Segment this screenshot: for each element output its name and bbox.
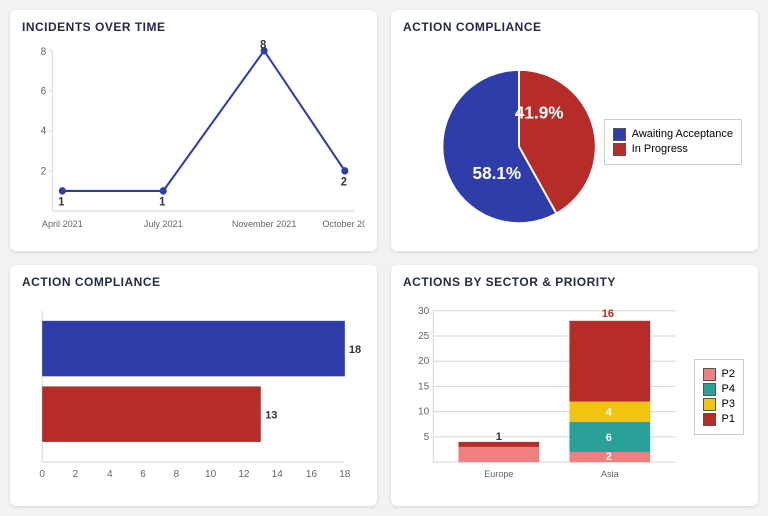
swatch-icon [703, 368, 716, 381]
svg-text:25: 25 [418, 331, 430, 342]
svg-text:2: 2 [73, 469, 79, 480]
legend-item-p2: P2 [703, 368, 735, 381]
swatch-icon [613, 143, 626, 156]
legend-item-awaiting: Awaiting Acceptance [613, 128, 733, 141]
swatch-icon [703, 398, 716, 411]
legend-label: In Progress [632, 143, 688, 155]
svg-text:November 2021: November 2021 [232, 219, 297, 229]
svg-text:4: 4 [107, 469, 113, 480]
line-chart: 2 4 6 8 1 1 8 2 April 2021 July 2021 Nov… [22, 40, 365, 243]
card-title: ACTIONS BY SECTOR & PRIORITY [403, 275, 746, 289]
svg-text:10: 10 [205, 469, 217, 480]
svg-text:15: 15 [418, 381, 430, 392]
hbar-chart: 0 2 4 6 8 10 12 14 16 18 18 13 [22, 295, 365, 498]
card-title: ACTION COMPLIANCE [22, 275, 365, 289]
legend-label: P3 [722, 398, 735, 410]
svg-text:8: 8 [174, 469, 180, 480]
svg-text:18: 18 [349, 344, 361, 356]
svg-text:4: 4 [41, 126, 47, 137]
series-line [62, 51, 344, 191]
svg-text:Asia: Asia [601, 469, 620, 479]
legend-item-p4: P4 [703, 383, 735, 396]
svg-text:16: 16 [602, 308, 614, 320]
pie-chart: 41.9% 58.1% Awaiting Acceptance In Progr… [403, 40, 746, 243]
svg-text:6: 6 [606, 432, 612, 444]
legend-item-inprogress: In Progress [613, 143, 733, 156]
svg-text:16: 16 [306, 469, 318, 480]
svg-text:10: 10 [418, 407, 430, 418]
svg-text:8: 8 [260, 40, 266, 52]
svg-text:8: 8 [41, 47, 47, 58]
svg-text:October 20: October 20 [322, 219, 365, 229]
bar-inprogress [42, 386, 261, 441]
svg-text:6: 6 [41, 86, 47, 97]
legend-label: P2 [722, 368, 735, 380]
svg-text:2: 2 [606, 451, 612, 463]
swatch-icon [703, 383, 716, 396]
svg-text:1: 1 [58, 196, 65, 208]
svg-text:1: 1 [496, 431, 502, 443]
legend-item-p1: P1 [703, 413, 735, 426]
card-incidents-over-time: INCIDENTS OVER TIME 2 4 6 8 1 1 8 [10, 10, 377, 251]
card-action-compliance-bar: ACTION COMPLIANCE 0 2 4 6 8 10 12 14 16 … [10, 265, 377, 506]
svg-text:14: 14 [272, 469, 284, 480]
swatch-icon [703, 413, 716, 426]
svg-text:6: 6 [140, 469, 146, 480]
svg-text:April 2021: April 2021 [42, 219, 83, 229]
svg-text:41.9%: 41.9% [515, 102, 564, 122]
card-actions-by-sector: ACTIONS BY SECTOR & PRIORITY 5 10 15 20 … [391, 265, 758, 506]
svg-text:0: 0 [39, 469, 45, 480]
svg-text:13: 13 [265, 410, 277, 422]
bar-europe: 1 [458, 431, 539, 462]
stack-legend: P2 P4 P3 P1 [694, 359, 744, 435]
svg-text:Europe: Europe [484, 469, 513, 479]
svg-text:18: 18 [339, 469, 351, 480]
svg-text:2: 2 [41, 166, 47, 177]
stacked-bar-chart: 5 10 15 20 25 30 1 1 [403, 295, 746, 498]
legend-item-p3: P3 [703, 398, 735, 411]
svg-text:4: 4 [606, 407, 613, 419]
pie-legend: Awaiting Acceptance In Progress [604, 119, 742, 165]
legend-label: P1 [722, 413, 735, 425]
svg-text:12: 12 [238, 469, 250, 480]
svg-text:July 2021: July 2021 [144, 219, 183, 229]
svg-text:20: 20 [418, 356, 430, 367]
legend-label: P4 [722, 383, 735, 395]
card-action-compliance-pie: ACTION COMPLIANCE 41.9% 58.1% Awaiting A… [391, 10, 758, 251]
svg-text:30: 30 [418, 306, 430, 317]
svg-text:58.1%: 58.1% [473, 163, 522, 183]
svg-text:1: 1 [159, 196, 166, 208]
svg-text:2: 2 [341, 176, 347, 188]
legend-label: Awaiting Acceptance [632, 128, 733, 140]
bar-asia: 16 4 6 2 [569, 308, 650, 463]
card-title: ACTION COMPLIANCE [403, 20, 746, 34]
card-title: INCIDENTS OVER TIME [22, 20, 365, 34]
bar-awaiting [42, 321, 345, 376]
svg-text:5: 5 [424, 432, 430, 443]
swatch-icon [613, 128, 626, 141]
